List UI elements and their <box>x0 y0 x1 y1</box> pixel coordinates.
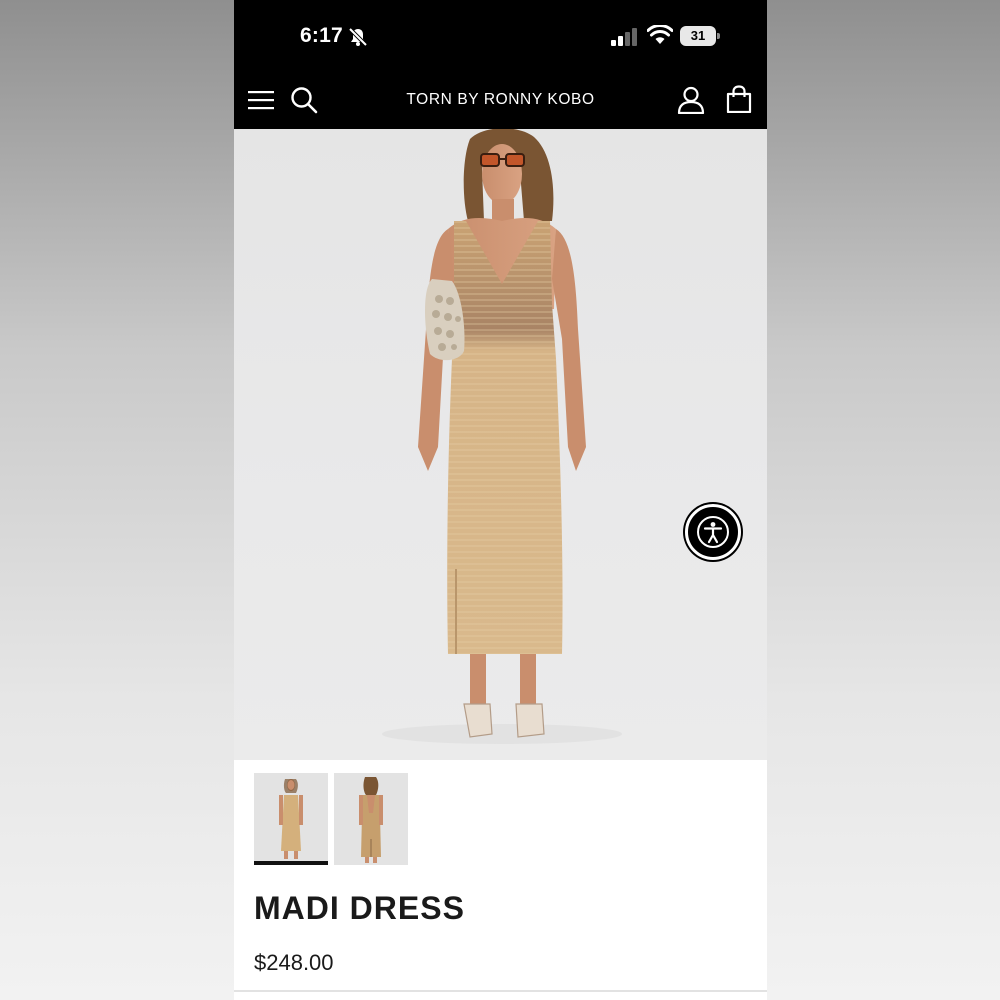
status-time: 6:17 <box>300 24 343 47</box>
product-price: $248.00 <box>254 950 334 975</box>
thumbnail-back[interactable] <box>334 773 408 865</box>
mute-icon <box>348 27 368 47</box>
model-photo <box>382 129 622 744</box>
wifi-icon <box>647 25 673 44</box>
accessibility-button[interactable] <box>685 504 741 560</box>
account-icon[interactable] <box>677 86 705 114</box>
product-hero-image[interactable] <box>234 129 767 760</box>
divider <box>234 990 767 992</box>
battery-level: 31 <box>680 26 716 46</box>
accessibility-icon <box>697 516 729 548</box>
thumbnail-front[interactable] <box>254 773 328 865</box>
site-header: TORN BY RONNY KOBO <box>234 72 767 129</box>
brand-logo[interactable]: TORN BY RONNY KOBO <box>354 91 647 109</box>
signal-icon <box>611 28 637 46</box>
product-title: MADI DRESS <box>254 890 465 926</box>
search-icon[interactable] <box>290 86 318 114</box>
phone-screen: 6:17 31 TORN BY RONNY KOBO MADI DRESS $2… <box>234 0 767 1000</box>
status-bar: 6:17 31 <box>234 0 767 72</box>
bag-icon[interactable] <box>726 85 752 113</box>
menu-icon[interactable] <box>248 89 274 111</box>
battery-icon: 31 <box>680 26 720 46</box>
